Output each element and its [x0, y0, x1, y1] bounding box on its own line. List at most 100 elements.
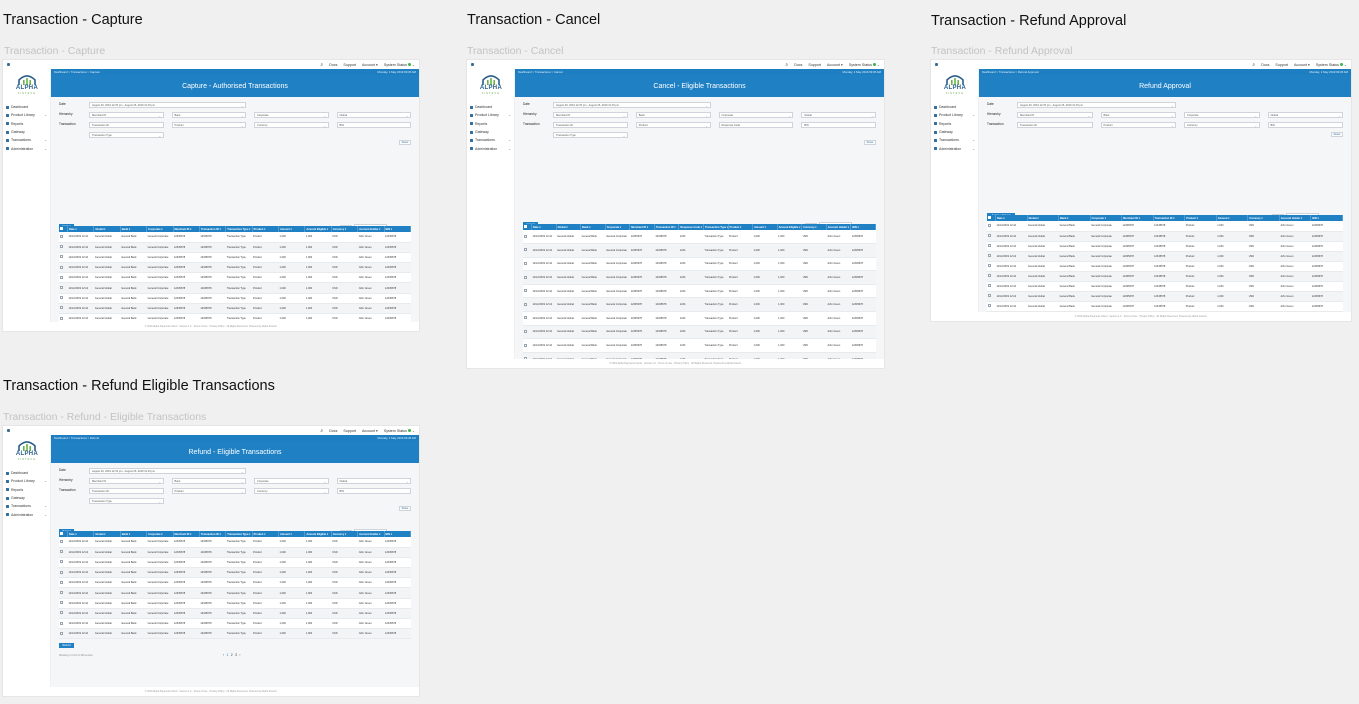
- table-row[interactable]: 12/12/2019 12:44General GlobalGeneral Ba…: [523, 243, 876, 258]
- account-menu[interactable]: Account ▾: [1294, 63, 1310, 67]
- global-select[interactable]: Global ⌄: [801, 112, 876, 118]
- table-row[interactable]: 12/12/2019 12:44General GlobalGeneral Ba…: [59, 618, 411, 630]
- row-select-cell[interactable]: [59, 242, 68, 253]
- row-checkbox[interactable]: [524, 261, 527, 265]
- table-row[interactable]: 12/12/2019 12:44General GlobalGeneral Ba…: [987, 251, 1343, 262]
- sidebar-item-gateway[interactable]: Gateway: [470, 128, 514, 136]
- system-status[interactable]: System Status ⌄: [384, 429, 415, 433]
- table-row[interactable]: 12/12/2019 12:44General GlobalGeneral Ba…: [987, 301, 1343, 312]
- table-row[interactable]: 12/12/2019 12:44General GlobalGeneral Ba…: [59, 567, 411, 579]
- row-checkbox[interactable]: [524, 275, 527, 279]
- row-checkbox[interactable]: [988, 294, 991, 297]
- merchant-id-select[interactable]: Merchant ID ⌄: [89, 478, 164, 484]
- table-row[interactable]: 12/12/2019 12:44General GlobalGeneral Ba…: [59, 252, 411, 264]
- row-checkbox[interactable]: [60, 550, 63, 554]
- sidebar-item-transactions[interactable]: Transactions ⌄: [934, 136, 978, 144]
- docs-link[interactable]: Docs: [1261, 63, 1269, 67]
- table-row[interactable]: 12/12/2019 12:44General GlobalGeneral Ba…: [523, 325, 876, 340]
- sidebar-item-transactions[interactable]: Transactions ⌄: [470, 136, 514, 144]
- table-row[interactable]: 12/12/2019 12:44General GlobalGeneral Ba…: [59, 557, 411, 569]
- bin-input[interactable]: BIN: [336, 122, 411, 128]
- transaction-type-select[interactable]: Transaction Type ⌄: [89, 498, 164, 504]
- table-row[interactable]: 12/12/2019 12:44General GlobalGeneral Ba…: [987, 241, 1343, 252]
- row-checkbox[interactable]: [60, 245, 63, 249]
- sidebar-item-gateway[interactable]: Gateway: [6, 128, 50, 136]
- sidebar-item-gateway[interactable]: Gateway: [6, 494, 50, 502]
- company-logo[interactable]: ALPHA FINTECH: [11, 73, 43, 97]
- row-checkbox[interactable]: [988, 304, 991, 307]
- date-range-input[interactable]: August 26, 2019 12:15 pm - August 26, 20…: [553, 102, 711, 108]
- sidebar-item-transactions[interactable]: Transactions ⌄: [6, 136, 50, 144]
- row-checkbox[interactable]: [524, 289, 527, 293]
- row-select-cell[interactable]: [59, 547, 68, 558]
- row-checkbox[interactable]: [524, 343, 527, 347]
- row-checkbox[interactable]: [60, 275, 63, 279]
- sidebar-item-administration[interactable]: Administration ⌄: [934, 144, 978, 152]
- transaction-id-input[interactable]: Transaction ID: [89, 122, 164, 128]
- table-row[interactable]: 12/12/2019 12:44General GlobalGeneral Ba…: [523, 230, 876, 245]
- sidebar-item-gateway[interactable]: Gateway: [934, 128, 978, 136]
- row-select-cell[interactable]: [59, 587, 68, 599]
- row-checkbox[interactable]: [524, 234, 527, 238]
- row-checkbox[interactable]: [988, 244, 991, 247]
- company-logo[interactable]: ALPHA FINTECH: [475, 73, 507, 97]
- table-row[interactable]: 12/12/2019 12:44General GlobalGeneral Ba…: [59, 577, 411, 589]
- row-select-cell[interactable]: [987, 221, 996, 232]
- corporate-select[interactable]: Corporate ⌄: [254, 112, 329, 118]
- row-checkbox[interactable]: [988, 223, 991, 227]
- row-select-cell[interactable]: [523, 243, 532, 258]
- row-checkbox[interactable]: [988, 284, 991, 287]
- product-select[interactable]: Product ⌄: [1100, 122, 1176, 128]
- sidebar-item-product-library[interactable]: Product Library ⌄: [470, 111, 514, 119]
- sidebar-item-reports[interactable]: Reports: [6, 486, 50, 494]
- sidebar-item-dashboard[interactable]: Dashboard: [6, 103, 50, 111]
- transaction-type-select[interactable]: Transaction Type ⌄: [553, 132, 628, 138]
- company-logo[interactable]: ALPHA FINTECH: [939, 73, 971, 97]
- search-icon[interactable]: ⌕: [1252, 62, 1255, 68]
- docs-link[interactable]: Docs: [794, 63, 802, 67]
- sidebar-item-dashboard[interactable]: Dashboard: [470, 103, 514, 111]
- row-select-cell[interactable]: [987, 271, 996, 282]
- table-row[interactable]: 12/12/2019 12:44General GlobalGeneral Ba…: [987, 291, 1343, 302]
- row-select-cell[interactable]: [59, 628, 68, 640]
- row-checkbox[interactable]: [60, 234, 63, 238]
- row-select-cell[interactable]: [987, 251, 996, 262]
- date-range-input[interactable]: August 26, 2019 12:15 pm - August 26, 20…: [1017, 102, 1176, 108]
- company-logo[interactable]: ALPHA FINTECH: [11, 439, 43, 463]
- row-checkbox[interactable]: [60, 621, 63, 625]
- support-link[interactable]: Support: [808, 63, 821, 67]
- row-select-cell[interactable]: [59, 537, 68, 548]
- docs-link[interactable]: Docs: [329, 429, 337, 433]
- page-number[interactable]: 1: [227, 653, 229, 657]
- table-row[interactable]: 12/12/2019 12:44General GlobalGeneral Ba…: [59, 537, 411, 548]
- row-select-cell[interactable]: [59, 608, 68, 620]
- table-row[interactable]: 12/12/2019 12:44General GlobalGeneral Ba…: [59, 232, 411, 243]
- row-select-cell[interactable]: [59, 303, 68, 315]
- row-select-cell[interactable]: [523, 297, 532, 313]
- docs-link[interactable]: Docs: [329, 63, 337, 67]
- row-checkbox[interactable]: [60, 255, 63, 259]
- table-row[interactable]: 12/12/2019 12:44General GlobalGeneral Ba…: [59, 293, 411, 304]
- row-select-cell[interactable]: [59, 282, 68, 294]
- merchant-id-select[interactable]: Merchant ID ⌄: [553, 112, 628, 118]
- row-select-cell[interactable]: [59, 567, 68, 579]
- sidebar-item-product-library[interactable]: Product Library ⌄: [934, 111, 978, 119]
- row-checkbox[interactable]: [60, 539, 63, 543]
- page-number[interactable]: 3: [235, 653, 237, 657]
- row-select-cell[interactable]: [523, 284, 532, 299]
- bank-select[interactable]: Bank ⌄: [171, 478, 246, 484]
- row-select-cell[interactable]: [523, 257, 532, 272]
- prev-page-icon[interactable]: ‹: [223, 653, 224, 657]
- search-icon[interactable]: ⌕: [785, 62, 788, 68]
- table-row[interactable]: 12/12/2019 12:44General GlobalGeneral Ba…: [59, 598, 411, 609]
- date-range-input[interactable]: August 26, 2019 12:15 pm - August 26, 20…: [89, 102, 246, 108]
- support-link[interactable]: Support: [343, 63, 356, 67]
- currency-select[interactable]: Currency ⌄: [254, 122, 329, 128]
- sidebar-item-dashboard[interactable]: Dashboard: [934, 103, 978, 111]
- support-link[interactable]: Support: [1275, 63, 1288, 67]
- account-menu[interactable]: Account ▾: [362, 63, 378, 67]
- row-checkbox[interactable]: [60, 631, 63, 635]
- table-row[interactable]: 12/12/2019 12:44General GlobalGeneral Ba…: [523, 270, 876, 285]
- table-row[interactable]: 12/12/2019 12:44General GlobalGeneral Ba…: [59, 282, 411, 294]
- account-menu[interactable]: Account ▾: [827, 63, 843, 67]
